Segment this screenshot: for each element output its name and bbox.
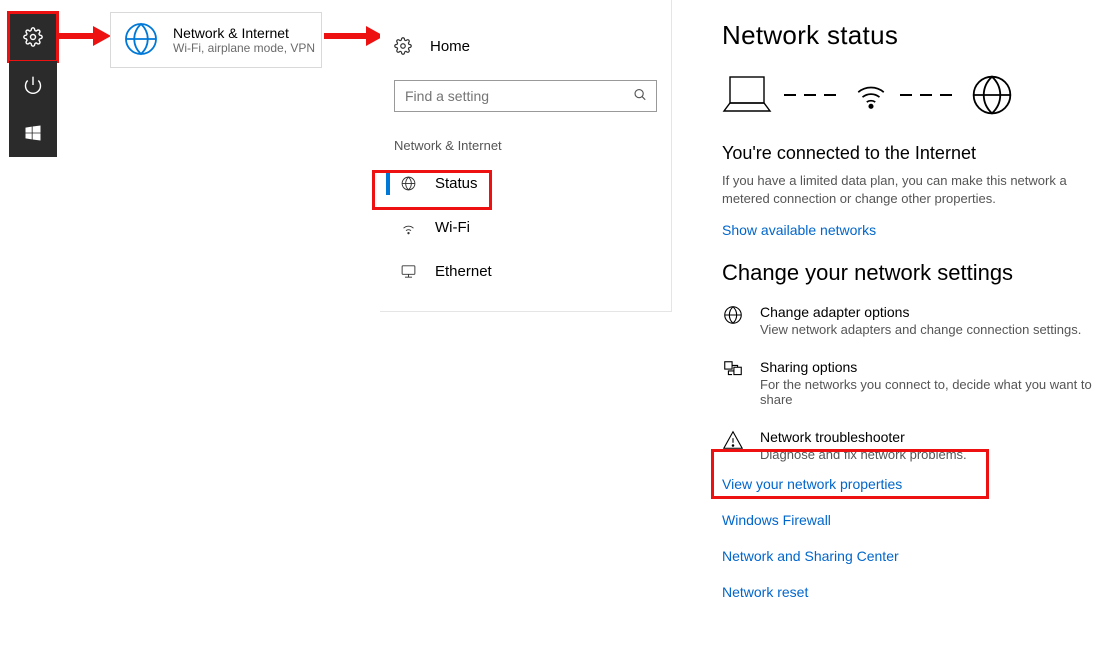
settings-search [394, 80, 657, 112]
setting-subtitle: Diagnose and fix network problems. [760, 447, 967, 462]
windows-icon [23, 123, 43, 143]
start-sidebar [9, 13, 57, 157]
page-title: Network status [722, 20, 1102, 51]
nav-item-ethernet[interactable]: Ethernet [380, 249, 671, 293]
show-networks-link[interactable]: Show available networks [722, 222, 1102, 238]
globe-icon [722, 304, 744, 337]
change-settings-heading: Change your network settings [722, 260, 1102, 286]
view-properties-link[interactable]: View your network properties [722, 476, 1102, 492]
nav-item-label: Ethernet [435, 263, 492, 280]
connected-heading: You're connected to the Internet [722, 143, 1102, 164]
setting-title: Sharing options [760, 359, 1102, 375]
content-panel: Network status You're connected to the I… [722, 20, 1102, 620]
nav-item-wifi[interactable]: Wi-Fi [380, 205, 671, 249]
nav-item-status[interactable]: Status [380, 161, 671, 205]
setting-subtitle: View network adapters and change connect… [760, 322, 1081, 337]
arrow-annotation [57, 24, 111, 48]
start-windows-button[interactable] [9, 109, 57, 157]
gear-icon [394, 37, 412, 55]
setting-subtitle: For the networks you connect to, decide … [760, 377, 1102, 407]
wifi-icon [854, 78, 888, 112]
wifi-icon [400, 219, 417, 236]
nav-home-label: Home [430, 38, 470, 55]
network-troubleshooter-button[interactable]: Network troubleshooter Diagnose and fix … [722, 429, 1102, 462]
laptop-icon [722, 73, 772, 117]
connection-line [900, 94, 958, 96]
setting-title: Change adapter options [760, 304, 1081, 320]
warning-icon [722, 429, 744, 462]
change-adapter-button[interactable]: Change adapter options View network adap… [722, 304, 1102, 337]
nav-item-label: Status [435, 175, 478, 192]
search-icon [633, 88, 647, 105]
start-power-button[interactable] [9, 61, 57, 109]
network-sharing-center-link[interactable]: Network and Sharing Center [722, 548, 1102, 564]
nav-section-label: Network & Internet [380, 112, 671, 161]
category-text: Network & Internet Wi-Fi, airplane mode,… [173, 25, 315, 55]
windows-firewall-link[interactable]: Windows Firewall [722, 512, 1102, 528]
network-diagram [722, 73, 1102, 117]
network-links: View your network properties Windows Fir… [722, 476, 1102, 600]
active-indicator [386, 171, 390, 195]
connected-body: If you have a limited data plan, you can… [722, 172, 1102, 208]
start-settings-button[interactable] [9, 13, 57, 61]
category-subtitle: Wi-Fi, airplane mode, VPN [173, 41, 315, 55]
category-title: Network & Internet [173, 25, 315, 41]
ethernet-icon [400, 263, 417, 280]
globe-icon [400, 175, 417, 192]
arrow-annotation [324, 24, 384, 48]
network-reset-link[interactable]: Network reset [722, 584, 1102, 600]
globe-icon [970, 73, 1014, 117]
globe-icon [123, 21, 159, 60]
power-icon [23, 75, 43, 95]
connection-line [784, 94, 842, 96]
sharing-options-button[interactable]: Sharing options For the networks you con… [722, 359, 1102, 407]
settings-search-input[interactable] [394, 80, 657, 112]
nav-item-label: Wi-Fi [435, 219, 470, 236]
settings-nav-panel: Home Network & Internet Status Wi-Fi Eth… [380, 0, 672, 312]
nav-home-button[interactable]: Home [380, 26, 671, 66]
gear-icon [23, 27, 43, 47]
setting-title: Network troubleshooter [760, 429, 967, 445]
sharing-icon [722, 359, 744, 407]
settings-category-network[interactable]: Network & Internet Wi-Fi, airplane mode,… [110, 12, 322, 68]
